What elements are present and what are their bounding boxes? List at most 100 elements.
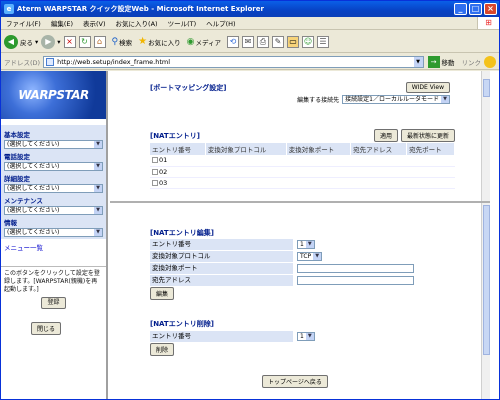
nat-edit-title: [NATエントリ編集] <box>150 229 214 237</box>
close-window-button[interactable]: × <box>484 3 497 15</box>
forward-button[interactable]: ▶ ▾ <box>41 34 61 49</box>
delete-entry-select[interactable]: 1 <box>297 332 315 341</box>
nav-info-select[interactable]: (選択してください) <box>4 228 103 237</box>
title-bar: e Aterm WARPSTAR クイック設定Web - Microsoft I… <box>1 1 499 17</box>
nat-list-section: [NATエントリ] 適用 最新状態に更新 エントリ番号 変換対象プロトコル 変換… <box>150 129 455 189</box>
stop-icon[interactable]: × <box>63 35 76 48</box>
links-label[interactable]: リンク <box>462 57 482 67</box>
nav-maintenance-title: メンテナンス <box>4 197 43 205</box>
nat-list-title: [NATエントリ] <box>150 131 200 140</box>
col-protocol: 変換対象プロトコル <box>205 143 287 155</box>
chevron-down-icon[interactable]: ▼ <box>413 56 423 67</box>
address-input[interactable]: http://web.setup/index_frame.html ▼ <box>43 55 424 68</box>
nat-delete-title: [NATエントリ削除] <box>150 320 214 328</box>
register-button[interactable]: 登録 <box>41 297 66 309</box>
row-checkbox[interactable] <box>152 179 158 186</box>
norton-icon[interactable] <box>484 55 496 68</box>
nav-advanced-title: 詳細設定 <box>4 175 30 183</box>
menu-view[interactable]: 表示(V) <box>78 18 111 28</box>
menu-tools[interactable]: ツール(T) <box>163 18 202 28</box>
col-port: 変換対象ポート <box>286 143 352 155</box>
edit-button[interactable]: 編集 <box>150 287 175 300</box>
history-icon[interactable]: ⟲ <box>227 35 239 48</box>
page-title: [ポートマッピング設定] <box>150 83 227 92</box>
close-button[interactable]: 閉じる <box>31 322 62 335</box>
nav-phone-select[interactable]: (選択してください) <box>4 162 103 171</box>
target-label: 編集する接続先 <box>297 97 340 104</box>
back-button[interactable]: ◀ 戻る ▾ <box>4 34 38 49</box>
back-arrow-icon: ◀ <box>4 34 18 49</box>
home-icon[interactable]: ⌂ <box>93 35 106 48</box>
frame-divider <box>110 201 490 203</box>
edit-protocol-label: 変換対象プロトコル <box>150 251 293 262</box>
nat-delete-section: [NATエントリ削除] エントリ番号 1 削除 <box>150 319 430 356</box>
table-header-row: エントリ番号 変換対象プロトコル 変換対象ポート 宛先アドレス 宛先ポート <box>150 143 455 155</box>
research-icon[interactable]: ☰ <box>317 35 329 48</box>
menu-favorites[interactable]: お気に入り(A) <box>111 18 163 28</box>
menu-file[interactable]: ファイル(F) <box>1 18 46 28</box>
folder-icon[interactable]: ▭ <box>287 35 299 48</box>
page-icon <box>46 57 55 66</box>
mail-icon[interactable]: ✉ <box>242 35 254 48</box>
nav-advanced-select[interactable]: (選択してください) <box>4 184 103 193</box>
address-label: アドレス(D) <box>4 58 41 67</box>
left-nav: 基本設定 (選択してください) 電話設定 (選択してください) 詳細設定 (選択… <box>1 125 106 239</box>
refresh-icon[interactable]: ↻ <box>78 35 91 48</box>
col-dest-address: 宛先アドレス <box>350 143 408 155</box>
table-row: 03 <box>150 177 455 189</box>
maximize-button[interactable]: □ <box>469 3 482 15</box>
nav-phone-title: 電話設定 <box>4 153 30 161</box>
edit-port-input[interactable] <box>297 264 414 273</box>
table-row: 02 <box>150 166 455 178</box>
edit-address-label: 宛先アドレス <box>150 275 293 286</box>
delete-button[interactable]: 削除 <box>150 343 175 356</box>
bottom-frame-scrollbar[interactable] <box>481 203 490 399</box>
print-icon[interactable]: ⎙ <box>257 35 269 48</box>
register-info-box: このボタンをクリックして設定を登録します。[WARPSTAR(親機)を再起動しま… <box>1 266 106 312</box>
media-icon: ◉ <box>186 36 195 47</box>
menu-edit[interactable]: 編集(E) <box>46 18 78 28</box>
warpstar-logo: WARPSTAR <box>1 71 106 119</box>
minimize-button[interactable]: _ <box>454 3 467 15</box>
row-checkbox[interactable] <box>152 168 158 175</box>
port-mapping-header: [ポートマッピング設定] WIDE View 編集する接続先 接続設定1／ローカ… <box>150 82 450 104</box>
page-content: WARPSTAR 基本設定 (選択してください) 電話設定 (選択してください)… <box>1 71 499 399</box>
menu-bar: ファイル(F) 編集(E) 表示(V) お気に入り(A) ツール(T) ヘルプ(… <box>1 17 499 30</box>
search-button[interactable]: ⚲ 検索 <box>112 37 133 47</box>
edit-entry-select[interactable]: 1 <box>297 240 315 249</box>
media-button[interactable]: ◉ メディア <box>187 37 221 47</box>
forward-arrow-icon: ▶ <box>41 34 56 49</box>
edit-icon[interactable]: ✎ <box>272 35 284 48</box>
browser-window: e Aterm WARPSTAR クイック設定Web - Microsoft I… <box>0 0 500 400</box>
col-entry-number: エントリ番号 <box>150 143 206 155</box>
back-to-top-button[interactable]: トップページへ戻る <box>262 375 328 388</box>
menu-help[interactable]: ヘルプ(H) <box>201 18 240 28</box>
windows-logo-icon: ⊞ <box>477 17 499 29</box>
edit-port-label: 変換対象ポート <box>150 263 293 274</box>
nav-maintenance-select[interactable]: (選択してください) <box>4 206 103 215</box>
favorites-button[interactable]: ★ お気に入り <box>138 36 180 47</box>
delete-entry-label: エントリ番号 <box>150 331 293 342</box>
wide-view-button[interactable]: WIDE View <box>405 82 450 93</box>
target-select[interactable]: 接続設定1／ローカルルータモード <box>342 95 450 104</box>
nav-basic-title: 基本設定 <box>4 131 30 139</box>
right-frame: [ポートマッピング設定] WIDE View 編集する接続先 接続設定1／ローカ… <box>110 71 490 399</box>
nav-basic-select[interactable]: (選択してください) <box>4 140 103 149</box>
edit-address-input[interactable] <box>297 276 414 285</box>
messenger-icon[interactable]: ☺ <box>302 35 314 48</box>
nav-info-title: 情報 <box>4 219 17 227</box>
top-frame-scrollbar[interactable] <box>481 71 490 201</box>
address-url: http://web.setup/index_frame.html <box>57 57 171 66</box>
go-button[interactable]: → 移動 <box>427 55 455 68</box>
nat-edit-section: [NATエントリ編集] エントリ番号 1 変換対象プロトコル TCP 変換対象ポ… <box>150 228 430 300</box>
search-icon: ⚲ <box>111 36 119 47</box>
ie-icon: e <box>4 4 14 14</box>
nat-entry-table: エントリ番号 変換対象プロトコル 変換対象ポート 宛先アドレス 宛先ポート 01… <box>150 143 455 189</box>
menu-list-link[interactable]: メニュー一覧 <box>1 242 106 252</box>
apply-button[interactable]: 適用 <box>373 129 398 142</box>
edit-protocol-select[interactable]: TCP <box>297 252 323 261</box>
toolbar: ◀ 戻る ▾ ▶ ▾ × ↻ ⌂ ⚲ 検索 ★ お気に入り ◉ メディア ⟲ ✉ ⎙… <box>1 31 499 53</box>
refresh-button[interactable]: 最新状態に更新 <box>400 129 455 142</box>
row-checkbox[interactable] <box>152 157 158 164</box>
star-icon: ★ <box>138 36 148 47</box>
